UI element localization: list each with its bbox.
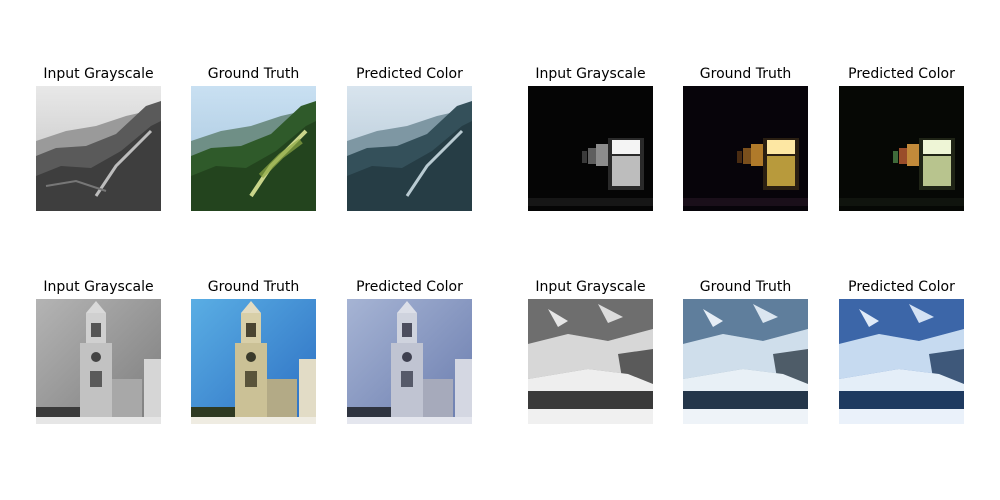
panel-title: Ground Truth [207,66,300,82]
panel-title: Predicted Color [356,66,463,82]
mountain-predicted-image [347,86,472,211]
panel-title: Ground Truth [699,279,792,295]
panel-title: Input Grayscale [43,66,154,82]
church-truth-image [191,299,316,424]
panel-title: Ground Truth [699,66,792,82]
panel-title: Ground Truth [207,279,300,295]
panel-title: Input Grayscale [535,279,646,295]
panel-title: Predicted Color [848,279,955,295]
panel-title: Predicted Color [356,279,463,295]
night-truth-image [683,86,808,211]
night-predicted-image [839,86,964,211]
mountain-grayscale-image [36,86,161,211]
panel-title: Predicted Color [848,66,955,82]
panel-title: Input Grayscale [43,279,154,295]
night-grayscale-image [528,86,653,211]
glacier-truth-image [683,299,808,424]
church-grayscale-image [36,299,161,424]
glacier-grayscale-image [528,299,653,424]
mountain-truth-image [191,86,316,211]
panel-title: Input Grayscale [535,66,646,82]
church-predicted-image [347,299,472,424]
glacier-predicted-image [839,299,964,424]
